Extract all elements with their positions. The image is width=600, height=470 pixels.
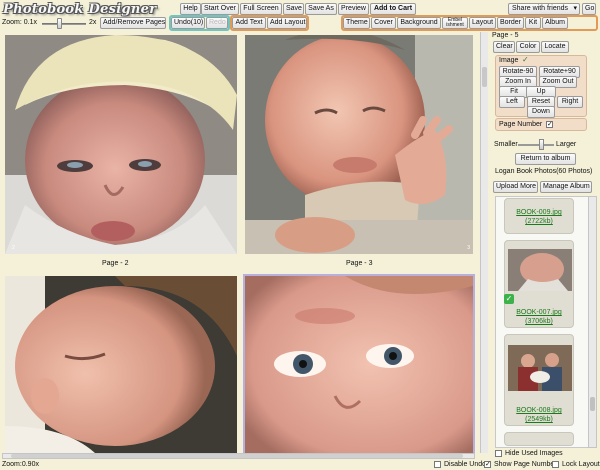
photo-baby-hand[interactable]: 3 bbox=[245, 35, 473, 254]
tab-background[interactable]: Background bbox=[397, 17, 441, 29]
save-button[interactable]: Save bbox=[283, 3, 304, 15]
manage-album-button[interactable]: Manage Album bbox=[540, 181, 592, 193]
tab-kit[interactable]: Kit bbox=[525, 17, 541, 29]
disable-undo-checkbox[interactable] bbox=[434, 461, 441, 468]
thumbnail-scrollbar-thumb[interactable] bbox=[590, 397, 595, 411]
thumb-image-3[interactable] bbox=[508, 345, 572, 391]
page-number-left: 2 bbox=[12, 245, 15, 251]
app-logo: Photobook Designer bbox=[3, 2, 157, 17]
thumb-size-1: (2722kb) bbox=[525, 218, 553, 225]
thumb-size-3: (2549kb) bbox=[525, 416, 553, 423]
save-as-button[interactable]: Save As bbox=[305, 3, 337, 15]
tab-cover[interactable]: Cover bbox=[371, 17, 396, 29]
design-canvas[interactable]: 2 3 Page - 2 Page - 3 bbox=[2, 32, 475, 453]
help-button[interactable]: Help bbox=[180, 3, 201, 15]
page-label-right: Page - 3 bbox=[346, 260, 373, 267]
page-label-left: Page - 2 bbox=[102, 260, 129, 267]
lock-layout-label: Lock Layout bbox=[562, 461, 600, 468]
page-number-right: 3 bbox=[467, 245, 470, 251]
add-to-cart-button[interactable]: Add to Cart bbox=[370, 3, 416, 15]
move-down-button[interactable]: Down bbox=[527, 106, 555, 118]
thumb-name-2[interactable]: BOOK-007.jpg bbox=[504, 308, 574, 317]
thumbnail-scrollbar[interactable] bbox=[588, 196, 597, 448]
color-button[interactable]: Color bbox=[516, 41, 540, 53]
zoom-label: Zoom: 0.1x bbox=[2, 19, 38, 26]
zoom-max-label: 2x bbox=[89, 19, 97, 26]
canvas-horizontal-scrollbar[interactable] bbox=[2, 453, 475, 459]
album-title: Logan Book Photos(60 Photos) bbox=[495, 168, 593, 175]
add-remove-pages-button[interactable]: Add/Remove Pages bbox=[100, 17, 166, 29]
hide-used-checkbox[interactable] bbox=[495, 450, 502, 457]
canvas-vertical-scrollbar[interactable] bbox=[480, 32, 488, 453]
used-check-icon: ✓ bbox=[504, 294, 514, 304]
zoom-status: Zoom:0.90x bbox=[2, 461, 39, 468]
vertical-scrollbar-thumb[interactable] bbox=[482, 67, 487, 87]
share-select-label: Share with friends bbox=[512, 5, 569, 12]
lock-layout-checkbox[interactable] bbox=[552, 461, 559, 468]
go-button[interactable]: Go bbox=[582, 3, 596, 15]
thumb-image-2[interactable] bbox=[508, 249, 572, 291]
preview-button[interactable]: Preview bbox=[338, 3, 369, 15]
thumb-name-3[interactable]: BOOK-008.jpg bbox=[504, 406, 574, 415]
start-over-button[interactable]: Start Over bbox=[201, 3, 239, 15]
upload-more-button[interactable]: Upload More bbox=[493, 181, 538, 193]
redo-button[interactable]: Redo bbox=[206, 17, 228, 29]
disable-undo-label: Disable Undo bbox=[444, 461, 487, 468]
tab-theme[interactable]: Theme bbox=[343, 17, 370, 29]
move-right-button[interactable]: Right bbox=[557, 96, 583, 108]
undo-button[interactable]: Undo(10) bbox=[171, 17, 205, 29]
image-check-icon: ✓ bbox=[522, 55, 529, 64]
photo-baby-eyes-open[interactable] bbox=[243, 274, 475, 453]
chevron-down-icon: ▾ bbox=[573, 5, 577, 12]
page-number-label: Page Number bbox=[499, 121, 543, 128]
thumbnail-card[interactable] bbox=[504, 432, 574, 446]
thumb-name-1[interactable]: BOOK-009.jpg bbox=[504, 208, 574, 217]
hide-used-label: Hide Used Images bbox=[505, 450, 563, 457]
tab-border[interactable]: Border bbox=[497, 17, 524, 29]
tab-album[interactable]: Album bbox=[542, 17, 568, 29]
return-to-album-button[interactable]: Return to album bbox=[515, 153, 576, 165]
smaller-label: Smaller bbox=[494, 141, 518, 148]
zoom-slider-track[interactable] bbox=[42, 23, 86, 25]
add-layout-button[interactable]: Add Layout bbox=[267, 17, 307, 29]
image-label: Image bbox=[499, 57, 519, 64]
zoom-slider-handle[interactable] bbox=[57, 18, 62, 29]
share-select[interactable]: Share with friends ▾ bbox=[508, 3, 580, 15]
locate-button[interactable]: Locate bbox=[541, 41, 569, 53]
scrollbar-thumb[interactable] bbox=[11, 454, 463, 458]
show-page-number-checkbox[interactable]: ✓ bbox=[484, 461, 491, 468]
tab-embellishment[interactable]: Embel ishment bbox=[442, 17, 468, 29]
move-left-button[interactable]: Left bbox=[499, 96, 525, 108]
photo-baby-sleeping[interactable] bbox=[5, 276, 237, 453]
clear-button[interactable]: Clear bbox=[493, 41, 515, 53]
full-screen-button[interactable]: Full Screen bbox=[240, 3, 282, 15]
tab-embellishment-line2: ishment bbox=[446, 22, 464, 28]
page-number-checkbox[interactable]: ✓ bbox=[546, 121, 553, 128]
add-text-button[interactable]: Add Text bbox=[232, 17, 266, 29]
photo-baby-hat[interactable]: 2 bbox=[5, 35, 237, 254]
panel-page-title: Page - 5 bbox=[492, 32, 519, 39]
size-slider-handle[interactable] bbox=[539, 139, 544, 150]
thumb-size-2: (3706kb) bbox=[525, 318, 553, 325]
tab-layout[interactable]: Layout bbox=[469, 17, 496, 29]
larger-label: Larger bbox=[556, 141, 577, 148]
size-slider-track[interactable] bbox=[518, 144, 554, 146]
show-page-number-label: Show Page Number bbox=[494, 461, 557, 468]
